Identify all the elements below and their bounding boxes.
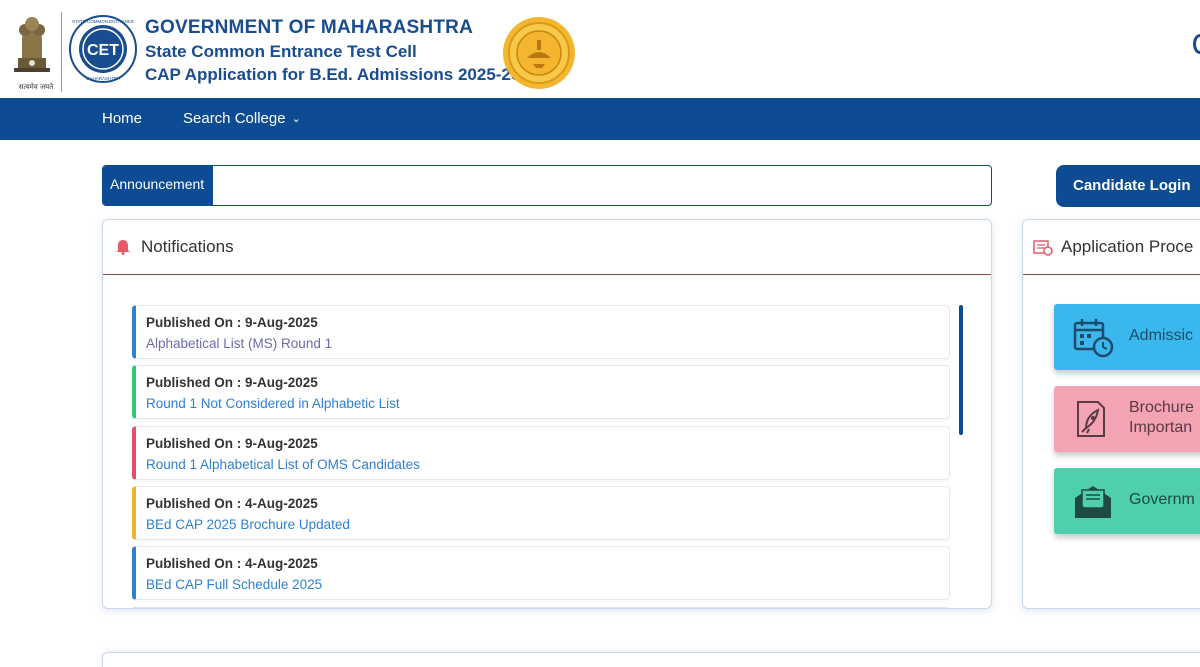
notifications-header: Notifications bbox=[103, 220, 991, 275]
brochure-label: Brochure Importan bbox=[1129, 398, 1194, 438]
notification-item[interactable]: Published On : 4-Aug-2025 BEd CAP 2025 Br… bbox=[132, 485, 950, 540]
application-process-header: Application Proce bbox=[1023, 220, 1200, 275]
notification-link[interactable]: Alphabetical List (MS) Round 1 bbox=[146, 336, 332, 351]
nav-search-college[interactable]: Search College ⌄ bbox=[183, 98, 301, 140]
cet-ring-bottom-text: MAHARASHTRA bbox=[86, 76, 121, 81]
notification-date: Published On : 4-Aug-2025 bbox=[146, 495, 318, 511]
admission-schedule-label: Admissic bbox=[1129, 327, 1194, 344]
notification-item[interactable]: Published On : 9-Aug-2025 Round 1 Alphabe… bbox=[132, 425, 950, 480]
header-titles: GOVERNMENT OF MAHARASHTRA State Common E… bbox=[145, 16, 520, 86]
brochure-label-line1: Brochure bbox=[1129, 399, 1194, 416]
edge-partial-icon bbox=[1193, 34, 1200, 54]
emblem-motto: सत्यमेव जयते bbox=[18, 83, 54, 91]
candidate-login-button[interactable]: Candidate Login bbox=[1056, 165, 1200, 207]
notification-item[interactable]: Published On : 9-Aug-2025 Round 1 Not Con… bbox=[132, 365, 950, 420]
nav-home[interactable]: Home bbox=[102, 98, 142, 140]
notification-link[interactable]: BEd CAP Full Schedule 2025 bbox=[146, 577, 322, 592]
brochure-label-line2: Importan bbox=[1129, 419, 1193, 436]
main-navbar: Home Search College ⌄ bbox=[0, 98, 1200, 140]
cell-title: State Common Entrance Test Cell bbox=[145, 42, 417, 61]
government-title: GOVERNMENT OF MAHARASHTRA bbox=[145, 17, 473, 38]
notifications-title: Notifications bbox=[141, 237, 234, 256]
brochure-tile[interactable]: Brochure Importan bbox=[1054, 386, 1200, 452]
announcement-bar: Announcement bbox=[102, 165, 992, 206]
application-title: CAP Application for B.Ed. Admissions 202… bbox=[145, 65, 521, 84]
notification-link[interactable]: BEd CAP 2025 Brochure Updated bbox=[146, 517, 350, 532]
announcement-label: Announcement bbox=[103, 166, 213, 205]
nav-home-label: Home bbox=[102, 110, 143, 127]
application-process-icon bbox=[1033, 238, 1053, 256]
application-process-card: Application Proce Admissic Brochure Impo… bbox=[1022, 219, 1200, 609]
chevron-down-icon: ⌄ bbox=[291, 113, 301, 125]
envelope-letter-icon bbox=[1072, 480, 1114, 522]
notification-link[interactable]: Round 1 Not Considered in Alphabetic Lis… bbox=[146, 396, 400, 411]
cet-logo-icon: CET STATE COMMON ENTRANCE MAHARASHTRA bbox=[68, 14, 138, 84]
notification-date: Published On : 9-Aug-2025 bbox=[146, 375, 318, 391]
notification-date: Published On : 4-Aug-2025 bbox=[146, 556, 318, 572]
cet-logo-text: CET bbox=[87, 42, 119, 59]
notification-item[interactable]: Published On : 9-Aug-2025 Alphabetical Li… bbox=[132, 305, 950, 359]
notifications-card: Notifications Published On : 9-Aug-2025 A… bbox=[102, 219, 992, 609]
nav-search-college-label: Search College bbox=[183, 110, 286, 127]
candidate-login-label: Candidate Login bbox=[1073, 177, 1191, 194]
government-resolution-tile[interactable]: Governm bbox=[1054, 468, 1200, 534]
header-divider bbox=[61, 12, 62, 92]
maharashtra-seal-icon bbox=[502, 16, 576, 90]
notification-item[interactable]: Published On : 4-Aug-2025 BEd CAP Full Sc… bbox=[132, 546, 950, 601]
notifications-scrollbar[interactable] bbox=[959, 305, 963, 435]
notification-link[interactable]: Round 1 Alphabetical List of OMS Candida… bbox=[146, 457, 420, 472]
notification-item[interactable]: Published On : 30-Jul-2025 bbox=[132, 606, 950, 608]
notification-date: Published On : 9-Aug-2025 bbox=[146, 315, 318, 330]
admission-schedule-tile[interactable]: Admissic bbox=[1054, 304, 1200, 370]
notifications-list[interactable]: Published On : 9-Aug-2025 Alphabetical Li… bbox=[132, 305, 952, 608]
bell-icon bbox=[115, 239, 131, 255]
bottom-section-card bbox=[102, 652, 1200, 667]
brochure-rocket-icon bbox=[1072, 398, 1114, 440]
cet-ring-top-text: STATE COMMON ENTRANCE bbox=[72, 19, 134, 24]
government-resolution-label: Governm bbox=[1129, 491, 1195, 508]
application-process-title: Application Proce bbox=[1061, 237, 1194, 256]
national-emblem-icon: सत्यमेव जयते bbox=[8, 10, 56, 94]
notification-date: Published On : 9-Aug-2025 bbox=[146, 435, 318, 451]
site-header: सत्यमेव जयते CET STATE COMMON ENTRANCE M… bbox=[0, 0, 1200, 98]
calendar-clock-icon bbox=[1072, 316, 1114, 358]
